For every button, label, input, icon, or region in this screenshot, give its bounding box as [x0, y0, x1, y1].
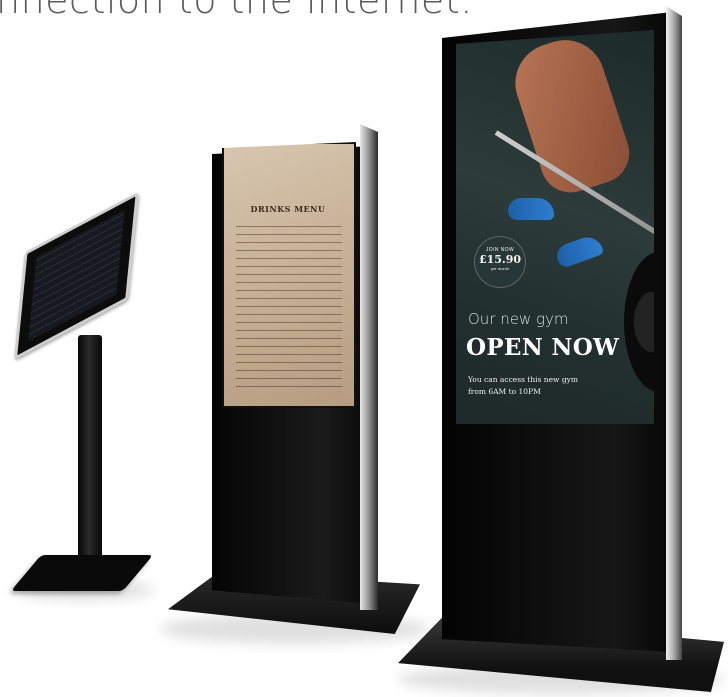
sneaker-left [508, 198, 554, 220]
tablet-pole [78, 335, 102, 575]
menu-price-lines [236, 224, 342, 394]
gym-body-line-1: You can access this new gym [468, 375, 579, 384]
sneaker-right [553, 232, 605, 270]
menu-screen: DRINKS MENU [222, 142, 356, 408]
tablet-head [14, 191, 139, 360]
tablet-screen [28, 210, 125, 342]
menu-kiosk-side-frame [360, 124, 378, 610]
price-suffix: per month [490, 266, 509, 271]
price-badge: JOIN NOW £15.90 per month [474, 236, 526, 288]
gym-screen: JOIN NOW £15.90 per month Our new gym OP… [456, 30, 654, 424]
gym-kiosk-side-frame [666, 6, 682, 660]
tablet-stand-kiosk [10, 191, 154, 620]
weight-plate [624, 252, 654, 392]
gym-body-text: You can access this new gym from 6AM to … [468, 374, 608, 398]
gym-totem-kiosk: JOIN NOW £15.90 per month Our new gym OP… [398, 4, 726, 694]
price-value: £15.90 [478, 253, 522, 266]
gym-headline: OPEN NOW [466, 334, 620, 361]
menu-title: DRINKS MENU [250, 204, 326, 214]
gym-body-line-2: from 6AM to 10PM [468, 387, 541, 396]
menu-totem-kiosk: DRINKS MENU [160, 124, 430, 654]
athlete-arm [505, 30, 637, 201]
gym-subheading: Our new gym [468, 310, 569, 328]
